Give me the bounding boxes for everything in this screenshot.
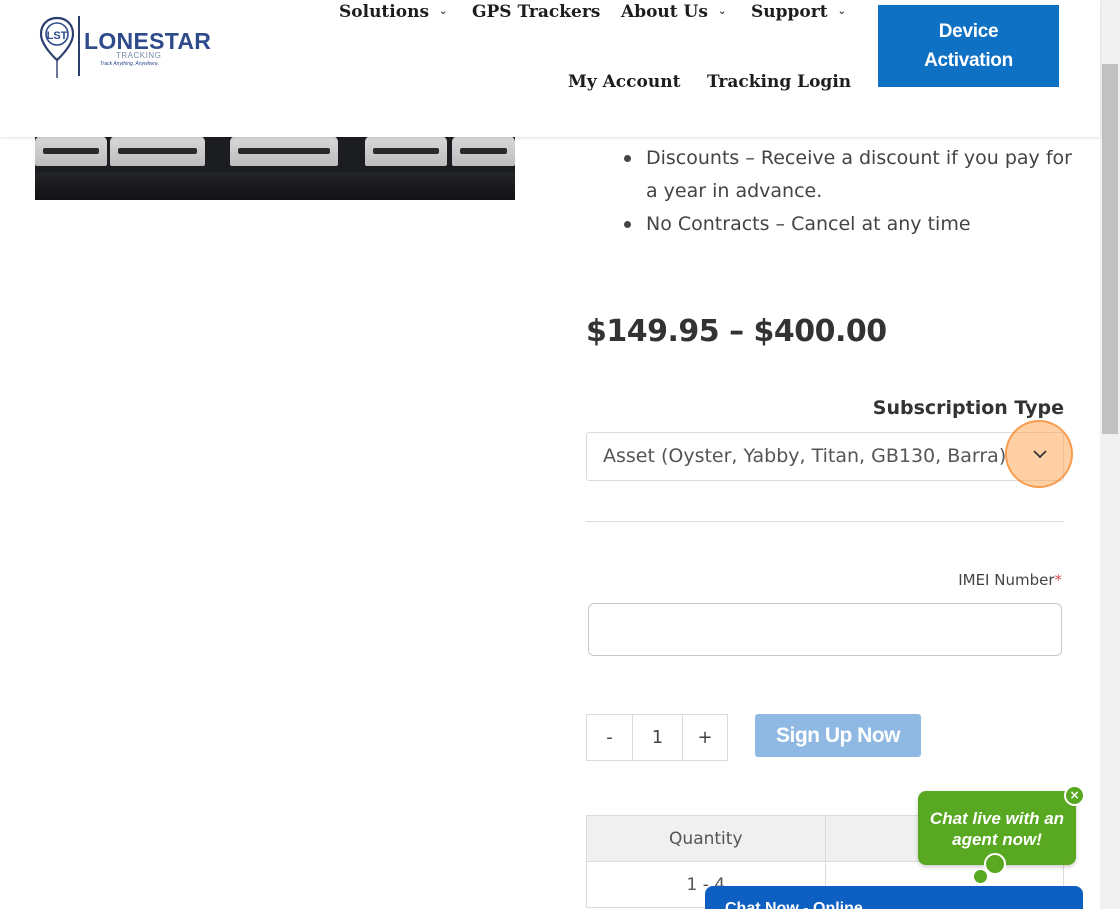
logo-tagline: Track Anything, Anywhere. — [100, 61, 160, 67]
nav-my-account[interactable]: My Account — [568, 72, 680, 92]
page: LST LONESTAR TRACKING Track Anything, An… — [0, 0, 1120, 909]
nav-about-us[interactable]: About Us ⌄ — [621, 2, 726, 22]
quantity-decrease-button[interactable]: - — [587, 715, 632, 760]
site-logo[interactable]: LST LONESTAR TRACKING Track Anything, An… — [38, 14, 211, 80]
scrollbar-thumb[interactable] — [1102, 64, 1118, 434]
quantity-input[interactable]: 1 — [632, 715, 683, 760]
chat-close-button[interactable]: × — [1064, 785, 1085, 806]
vehicle-graphic — [452, 136, 515, 166]
required-marker: * — [1054, 571, 1063, 589]
vehicle-graphic — [110, 136, 205, 166]
vehicle-graphic — [230, 136, 338, 166]
nav-label: Solutions — [339, 2, 430, 22]
device-activation-line2: Activation — [924, 50, 1013, 71]
feature-list: Discounts – Receive a discount if you pa… — [620, 142, 1080, 241]
nav-label: About Us — [621, 2, 708, 22]
nav-label: My Account — [568, 72, 681, 92]
chat-invite-line2: agent now! — [952, 830, 1042, 849]
table-header-cell: Quantity — [586, 815, 826, 862]
quantity-stepper: - 1 + — [586, 714, 728, 761]
chevron-down-icon: ⌄ — [439, 6, 448, 17]
product-image — [35, 130, 515, 200]
nav-tracking-login[interactable]: Tracking Login — [707, 72, 851, 92]
chat-bubble-dot — [974, 870, 987, 883]
nav-label: Tracking Login — [707, 72, 852, 92]
chevron-down-icon: ⌄ — [717, 6, 727, 17]
logo-divider — [78, 16, 80, 76]
subscription-selected-value: Asset (Oyster, Yabby, Titan, GB130, Barr… — [603, 445, 1007, 467]
site-header: LST LONESTAR TRACKING Track Anything, An… — [0, 0, 1100, 137]
vehicle-graphic — [365, 136, 447, 166]
subscription-type-select[interactable]: Asset (Oyster, Yabby, Titan, GB130, Barr… — [586, 432, 1064, 481]
chat-invite-line1: Chat live with an — [929, 809, 1065, 828]
device-activation-button[interactable]: Device Activation — [878, 5, 1059, 87]
imei-input[interactable] — [588, 603, 1062, 656]
nav-gps-trackers[interactable]: GPS Trackers — [472, 2, 600, 22]
sign-up-button[interactable]: Sign Up Now — [755, 714, 921, 757]
feature-item: No Contracts – Cancel at any time — [620, 208, 1080, 241]
location-pin-icon: LST — [39, 16, 75, 78]
quantity-increase-button[interactable]: + — [683, 715, 727, 760]
chat-bar[interactable]: Chat Now - Online — [705, 886, 1083, 909]
feature-item: Discounts – Receive a discount if you pa… — [620, 142, 1080, 208]
price-range: $149.95 – $400.00 — [586, 314, 887, 349]
subscription-dropdown-toggle[interactable] — [1005, 420, 1073, 488]
chevron-down-icon — [1033, 450, 1047, 459]
logo-subtitle: TRACKING — [116, 51, 162, 60]
device-activation-line1: Device — [938, 21, 999, 42]
nav-solutions[interactable]: Solutions ⌄ — [339, 2, 447, 22]
chat-bubble-tail — [984, 853, 1006, 875]
subscription-type-label: Subscription Type — [872, 397, 1064, 419]
section-divider — [586, 521, 1064, 522]
nav-label: GPS Trackers — [472, 2, 601, 22]
imei-label: IMEI Number* — [958, 571, 1062, 589]
image-ground — [35, 172, 515, 200]
vehicle-graphic — [35, 136, 107, 166]
nav-label: Support — [751, 2, 828, 22]
imei-label-text: IMEI Number — [958, 571, 1055, 589]
chevron-down-icon: ⌄ — [837, 6, 846, 17]
svg-text:LST: LST — [47, 30, 68, 42]
nav-support[interactable]: Support ⌄ — [751, 2, 846, 22]
